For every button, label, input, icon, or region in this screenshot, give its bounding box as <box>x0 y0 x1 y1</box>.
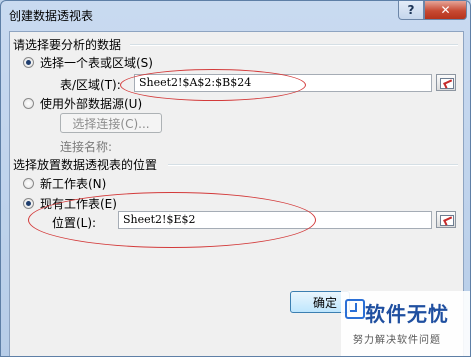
section-divider <box>168 164 458 166</box>
section-divider <box>130 44 458 46</box>
dialog-title: 创建数据透视表 <box>9 9 94 23</box>
range-picker-icon[interactable] <box>436 74 456 91</box>
close-button[interactable]: ✕ <box>424 1 467 20</box>
annotation-oval-range <box>120 69 306 101</box>
radio-select-range-label[interactable]: 选择一个表或区域(S) <box>40 54 153 71</box>
help-button[interactable]: ? <box>398 1 424 20</box>
choose-connection-button[interactable]: 选择连接(C)... <box>60 113 162 133</box>
location-picker-icon[interactable] <box>436 211 456 228</box>
radio-new-worksheet[interactable] <box>23 178 34 189</box>
range-field-label: 表/区域(T): <box>60 78 121 92</box>
title-bar: 创建数据透视表 ? ✕ <box>1 1 470 31</box>
connection-name-label: 连接名称: <box>60 140 113 154</box>
section-heading-location: 选择放置数据透视表的位置 <box>13 158 158 172</box>
annotation-oval-location <box>28 192 316 248</box>
radio-external-source-label[interactable]: 使用外部数据源(U) <box>40 95 142 112</box>
radio-existing-worksheet[interactable] <box>23 198 34 209</box>
watermark-subtitle: 努力解决软件问题 <box>353 335 441 346</box>
radio-new-worksheet-label[interactable]: 新工作表(N) <box>40 175 106 192</box>
section-heading-analyze: 请选择要分析的数据 <box>13 38 122 52</box>
radio-external-source[interactable] <box>23 98 34 109</box>
create-pivot-dialog: 创建数据透视表 ? ✕ 请选择要分析的数据 选择一个表或区域(S) 表/区域(T… <box>0 0 471 357</box>
watermark-logo-icon <box>345 299 365 319</box>
radio-select-range[interactable] <box>23 57 34 68</box>
watermark: 软件无忧 努力解决软件问题 <box>341 291 470 356</box>
watermark-title: 软件无忧 <box>365 302 449 326</box>
